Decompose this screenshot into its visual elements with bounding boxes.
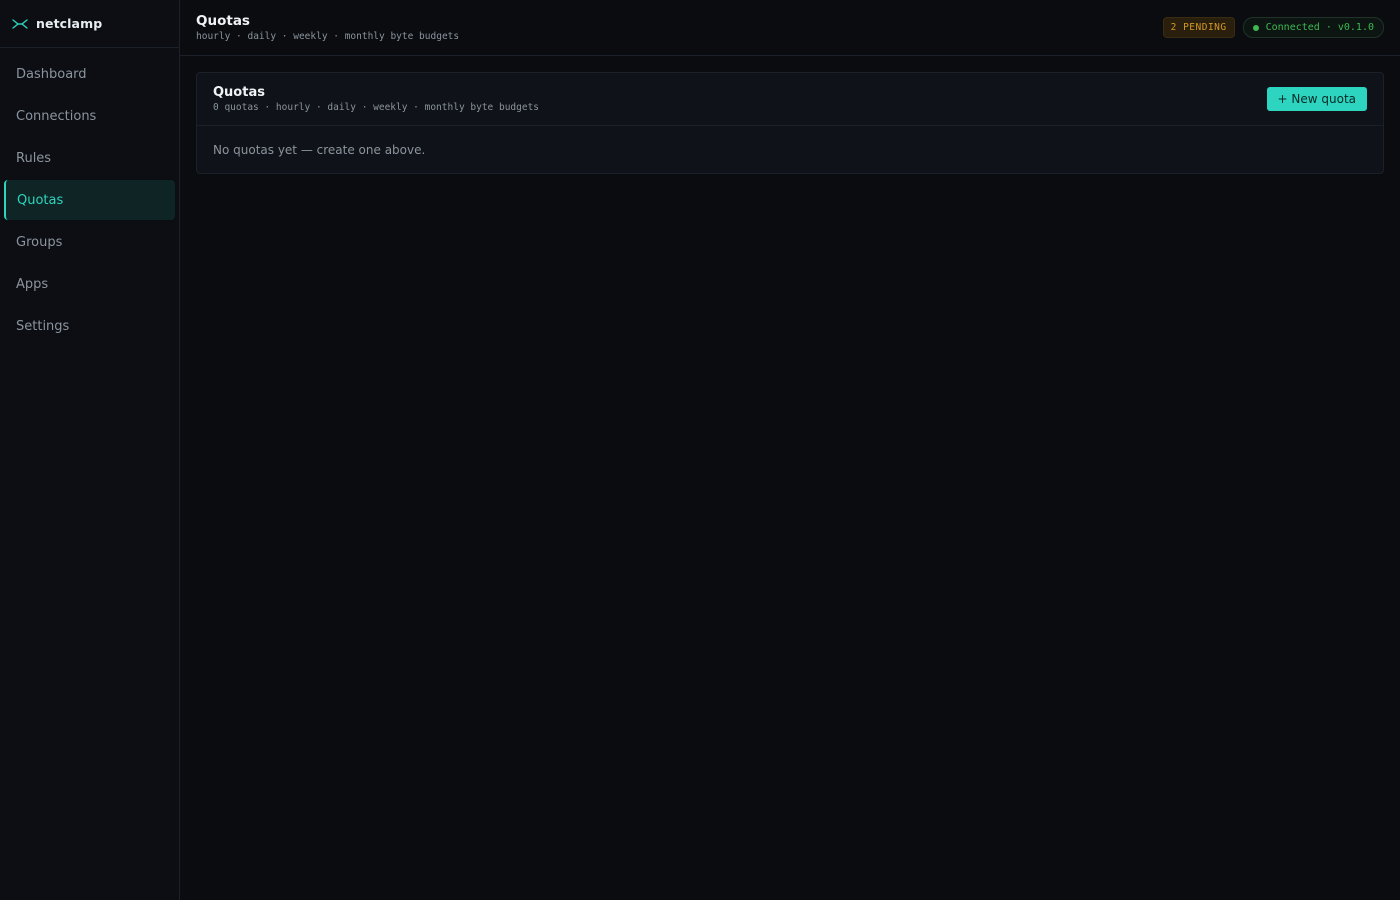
sidebar-item-groups[interactable]: Groups [4, 222, 175, 262]
topbar-status: 2 PENDING Connected · v0.1.0 [1162, 17, 1384, 38]
quotas-card-header: Quotas 0 quotas · hourly · daily · weekl… [197, 73, 1383, 126]
page-title: Quotas [196, 13, 250, 29]
brand[interactable]: netclamp [0, 0, 179, 48]
page-heading: Quotas hourly · daily · weekly · monthly… [196, 13, 459, 42]
netclamp-logo-icon [12, 18, 28, 29]
pending-badge[interactable]: 2 PENDING [1162, 17, 1235, 38]
page-subtitle: hourly · daily · weekly · monthly byte b… [196, 31, 460, 42]
connection-status: Connected · v0.1.0 [1242, 17, 1384, 38]
connection-status-label: Connected · v0.1.0 [1265, 22, 1374, 33]
sidebar-nav: Dashboard Connections Rules Quotas Group… [0, 48, 179, 346]
quotas-card: Quotas 0 quotas · hourly · daily · weekl… [196, 72, 1384, 174]
sidebar-item-settings[interactable]: Settings [4, 306, 175, 346]
status-dot-icon [1252, 24, 1259, 31]
content: Quotas 0 quotas · hourly · daily · weekl… [180, 56, 1400, 190]
card-heading: Quotas 0 quotas · hourly · daily · weekl… [213, 85, 539, 113]
sidebar-item-apps[interactable]: Apps [4, 264, 175, 304]
app-root: netclamp Dashboard Connections Rules Quo… [0, 0, 1400, 900]
empty-state: No quotas yet — create one above. [197, 126, 1383, 173]
sidebar-item-dashboard[interactable]: Dashboard [4, 54, 175, 94]
topbar: Quotas hourly · daily · weekly · monthly… [180, 0, 1400, 56]
sidebar: netclamp Dashboard Connections Rules Quo… [0, 0, 180, 900]
empty-state-message: No quotas yet — create one above. [213, 142, 426, 157]
main-area: Quotas hourly · daily · weekly · monthly… [180, 0, 1400, 900]
brand-name: netclamp [36, 16, 103, 31]
sidebar-item-connections[interactable]: Connections [4, 96, 175, 136]
sidebar-item-quotas[interactable]: Quotas [4, 180, 175, 220]
new-quota-button[interactable]: + New quota [1266, 87, 1367, 111]
card-subtitle: 0 quotas · hourly · daily · weekly · mon… [213, 102, 540, 113]
card-title: Quotas [213, 85, 265, 100]
sidebar-item-rules[interactable]: Rules [4, 138, 175, 178]
